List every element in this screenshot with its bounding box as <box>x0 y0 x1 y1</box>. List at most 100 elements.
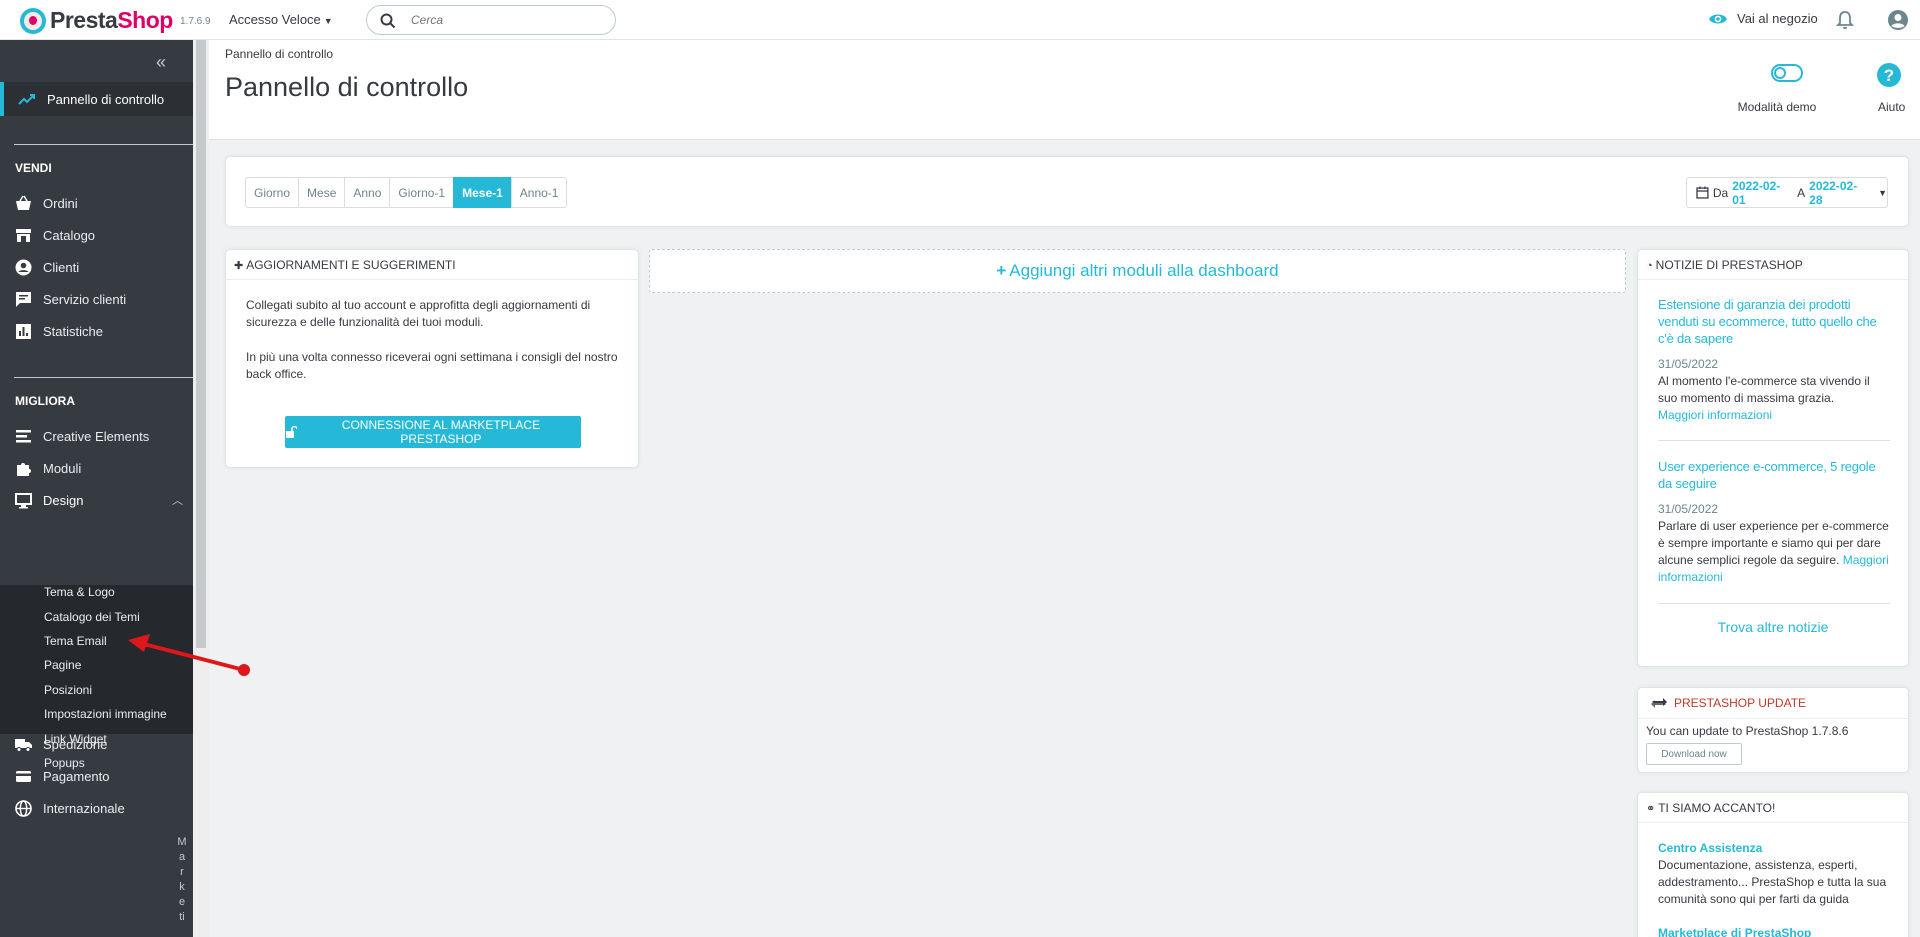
news-body: Parlare di user experience per e-commerc… <box>1658 519 1889 584</box>
sidebar-item-label: Creative Elements <box>43 429 150 444</box>
version-label: 1.7.6.9 <box>180 16 211 27</box>
sidebar-item-shipping[interactable]: Spedizione <box>0 730 193 758</box>
sidebar-item-label: Catalogo <box>43 228 96 243</box>
news-divider <box>1658 440 1890 441</box>
panel-heading: ✚ AGGIORNAMENTI E SUGGERIMENTI <box>226 250 638 280</box>
search-box[interactable] <box>366 5 616 35</box>
sidebar-item-customer-service[interactable]: Servizio clienti <box>0 285 193 313</box>
user-account-icon[interactable] <box>1887 9 1909 31</box>
sidebar-item-label: Ordini <box>43 196 78 211</box>
sidebar-item-label: Clienti <box>43 260 80 275</box>
quick-access-dropdown[interactable]: Accesso Veloce ▼ <box>229 12 333 27</box>
link-icon: ⚭ <box>1646 803 1656 815</box>
panel-heading: ⚭ TI SIAMO ACCANTO! <box>1638 793 1908 823</box>
demo-mode-toggle[interactable] <box>1771 64 1803 82</box>
sidebar-item-stats[interactable]: Statistiche <box>0 317 193 345</box>
prestashop-update-panel: PRESTASHOP UPDATE You can update to Pres… <box>1637 687 1909 773</box>
news-item: User experience e-commerce, 5 regole da … <box>1658 458 1890 586</box>
support-item: Centro Assistenza Documentazione, assist… <box>1658 841 1898 908</box>
sidebar-item-catalog[interactable]: Catalogo <box>0 221 193 249</box>
range-prev-month-button[interactable]: Mese-1 <box>453 177 512 208</box>
submenu-item-email-theme[interactable]: Tema Email <box>44 634 107 648</box>
range-prev-year-button[interactable]: Anno-1 <box>510 177 568 208</box>
search-input[interactable] <box>411 11 601 29</box>
panel-heading: ◔ NOTIZIE DI PRESTASHOP <box>1638 250 1908 280</box>
chevron-up-icon: ︿ <box>172 495 183 507</box>
sidebar-section-sell: VENDI <box>15 161 52 175</box>
updates-paragraph: Collegati subito al tuo account e approf… <box>246 298 591 329</box>
range-day-button[interactable]: Giorno <box>245 177 300 208</box>
sidebar-item-creative-elements[interactable]: Creative Elements <box>0 422 193 450</box>
date-range-picker[interactable]: Da 2022-02-01 A 2022-02-28 ▼ <box>1686 177 1888 208</box>
truck-icon <box>15 739 32 752</box>
submenu-item-positions[interactable]: Posizioni <box>44 683 92 697</box>
caret-down-icon: ▼ <box>1878 187 1887 198</box>
sidebar-item-customers[interactable]: Clienti <box>0 253 193 281</box>
puzzle-icon <box>17 463 31 476</box>
news-item: Estensione di garanzia dei prodotti vend… <box>1658 296 1890 424</box>
sidebar-item-payment[interactable]: Pagamento <box>0 762 193 790</box>
sidebar-scrollbar[interactable] <box>193 40 209 937</box>
sidebar-divider <box>14 144 193 145</box>
sidebar-section-improve: MIGLIORA <box>15 394 75 408</box>
view-shop-link[interactable]: Vai al negozio <box>1708 11 1818 26</box>
top-header: PrestaShop 1.7.6.9 Accesso Veloce▼ Vai a… <box>0 0 1920 40</box>
bell-icon[interactable] <box>1836 10 1854 30</box>
add-modules-link[interactable]: + Aggiungi altri moduli alla dashboard <box>649 249 1626 293</box>
chat-icon <box>16 292 31 307</box>
page-title: Pannello di controllo <box>225 72 469 102</box>
range-year-button[interactable]: Anno <box>344 177 391 208</box>
sidebar-item-modules[interactable]: Moduli <box>0 454 193 482</box>
sidebar-item-label: Pannello di controllo <box>47 92 165 107</box>
sidebar-item-international[interactable]: Internazionale <box>0 794 193 822</box>
read-more-link[interactable]: Maggiori informazioni <box>1658 408 1772 422</box>
caret-down-icon: ▼ <box>323 16 333 26</box>
scrollbar-thumb[interactable] <box>196 40 206 648</box>
help-label: Aiuto <box>1878 100 1906 114</box>
news-title-link[interactable]: Estensione di garanzia dei prodotti vend… <box>1658 296 1890 347</box>
connect-marketplace-button[interactable]: CONNESSIONE AL MARKETPLACE PRESTASHOP <box>285 416 581 448</box>
breadcrumb[interactable]: Pannello di controllo <box>225 47 333 61</box>
sidebar-item-label: Design <box>43 493 84 508</box>
range-prev-day-button[interactable]: Giorno-1 <box>389 177 455 208</box>
range-month-button[interactable]: Mese <box>298 177 346 208</box>
from-date: 2022-02-01 <box>1732 178 1781 207</box>
updates-suggestions-panel: ✚ AGGIORNAMENTI E SUGGERIMENTI Collegati … <box>225 249 639 468</box>
submenu-item-pages[interactable]: Pagine <box>44 658 81 672</box>
sidebar-item-dashboard[interactable]: Pannello di controllo <box>0 82 193 116</box>
sidebar-item-orders[interactable]: Ordini <box>0 189 193 217</box>
sidebar-divider <box>14 377 193 378</box>
download-now-button[interactable]: Download now <box>1646 743 1742 765</box>
basket-icon <box>16 195 31 210</box>
news-title-link[interactable]: User experience e-commerce, 5 regole da … <box>1658 458 1890 492</box>
date-range-buttons: Giorno Mese Anno Giorno-1 Mese-1 Anno-1 <box>245 177 568 208</box>
collapse-sidebar-icon[interactable]: « <box>156 52 166 73</box>
submenu-item-theme-catalog[interactable]: Catalogo dei Temi <box>44 610 140 624</box>
support-item-title-link[interactable]: Centro Assistenza <box>1658 841 1898 855</box>
search-icon <box>380 13 396 29</box>
desktop-icon <box>15 493 32 509</box>
support-item-body: Documentazione, assistenza, esperti, add… <box>1658 858 1887 906</box>
submenu-item-theme-logo[interactable]: Tema & Logo <box>44 585 115 599</box>
submenu-item-image-settings[interactable]: Impostazioni immagine <box>44 707 167 721</box>
globe-icon <box>15 800 32 817</box>
view-shop-label: Vai al negozio <box>1737 11 1818 26</box>
to-label: A <box>1797 185 1806 200</box>
news-date: 31/05/2022 <box>1658 502 1719 516</box>
bar-chart-icon <box>16 324 31 339</box>
red-arrow-annotation <box>128 634 250 676</box>
puzzle-icon: ✚ <box>234 260 244 272</box>
prestashop-logo[interactable]: PrestaShop <box>20 7 173 34</box>
brand-name: PrestaShop <box>50 7 173 33</box>
from-label: Da <box>1712 185 1729 200</box>
support-item-title-link[interactable]: Marketplace di PrestaShop <box>1658 926 1898 937</box>
sidebar-item-label: Statistiche <box>43 324 103 339</box>
sidebar-item-label: Internazionale <box>43 801 125 816</box>
sidebar-item-design[interactable]: Design ︿ <box>0 486 193 514</box>
find-more-news-link[interactable]: Trova altre notizie <box>1638 619 1908 635</box>
trending-up-icon <box>18 94 35 105</box>
demo-mode-label: Modalità demo <box>1737 100 1817 114</box>
panel-divider <box>1638 718 1908 719</box>
news-divider <box>1658 603 1890 604</box>
help-icon[interactable]: ? <box>1876 62 1902 88</box>
